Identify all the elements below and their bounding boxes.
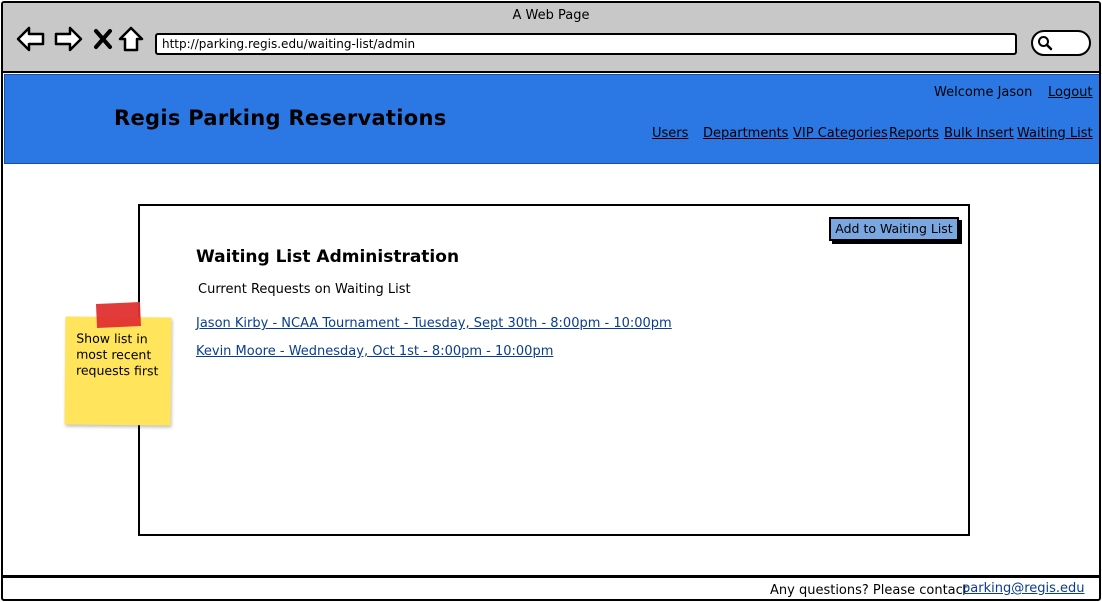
address-bar[interactable]: http://parking.regis.edu/waiting-list/ad… [155,33,1017,55]
logout-link[interactable]: Logout [1048,85,1093,100]
window-title: A Web Page [512,8,590,23]
tape-decoration [95,302,141,328]
nav-reports[interactable]: Reports [889,126,939,141]
nav-bulk-insert[interactable]: Bulk Insert [944,126,1014,141]
browser-chrome: A Web Page http://parking.regis.edu/wait… [3,3,1099,73]
contact-email-link[interactable]: parking@regis.edu [962,581,1085,596]
nav-departments[interactable]: Departments [703,126,788,141]
waiting-list-panel: Add to Waiting List Waiting List Adminis… [138,204,970,536]
welcome-text: Welcome Jason [934,85,1033,100]
forward-arrow-icon[interactable] [52,23,84,55]
section-subtitle: Current Requests on Waiting List [198,282,411,297]
page-title: Waiting List Administration [196,247,460,267]
footer-text: Any questions? Please contact [770,583,968,598]
browser-search-field[interactable] [1031,30,1091,56]
footer-divider [3,575,1099,578]
sticky-note: Show list in most recent requests first [64,302,172,426]
nav-users[interactable]: Users [652,126,688,141]
waiting-list-request-link[interactable]: Kevin Moore - Wednesday, Oct 1st - 8:00p… [196,344,553,359]
back-arrow-icon[interactable] [15,23,47,55]
add-to-waiting-list-button[interactable]: Add to Waiting List [829,217,959,241]
browser-window: A Web Page http://parking.regis.edu/wait… [1,1,1101,601]
search-icon [1038,36,1053,51]
waiting-list-request-link[interactable]: Jason Kirby - NCAA Tournament - Tuesday,… [196,316,672,331]
home-icon[interactable] [115,23,147,55]
nav-vip-categories[interactable]: VIP Categories [793,126,888,141]
brand-title: Regis Parking Reservations [114,106,447,130]
sticky-note-text: Show list in most recent requests first [75,330,159,379]
app-header: Regis Parking Reservations Welcome Jason… [4,74,1099,164]
nav-waiting-list[interactable]: Waiting List [1017,126,1093,141]
